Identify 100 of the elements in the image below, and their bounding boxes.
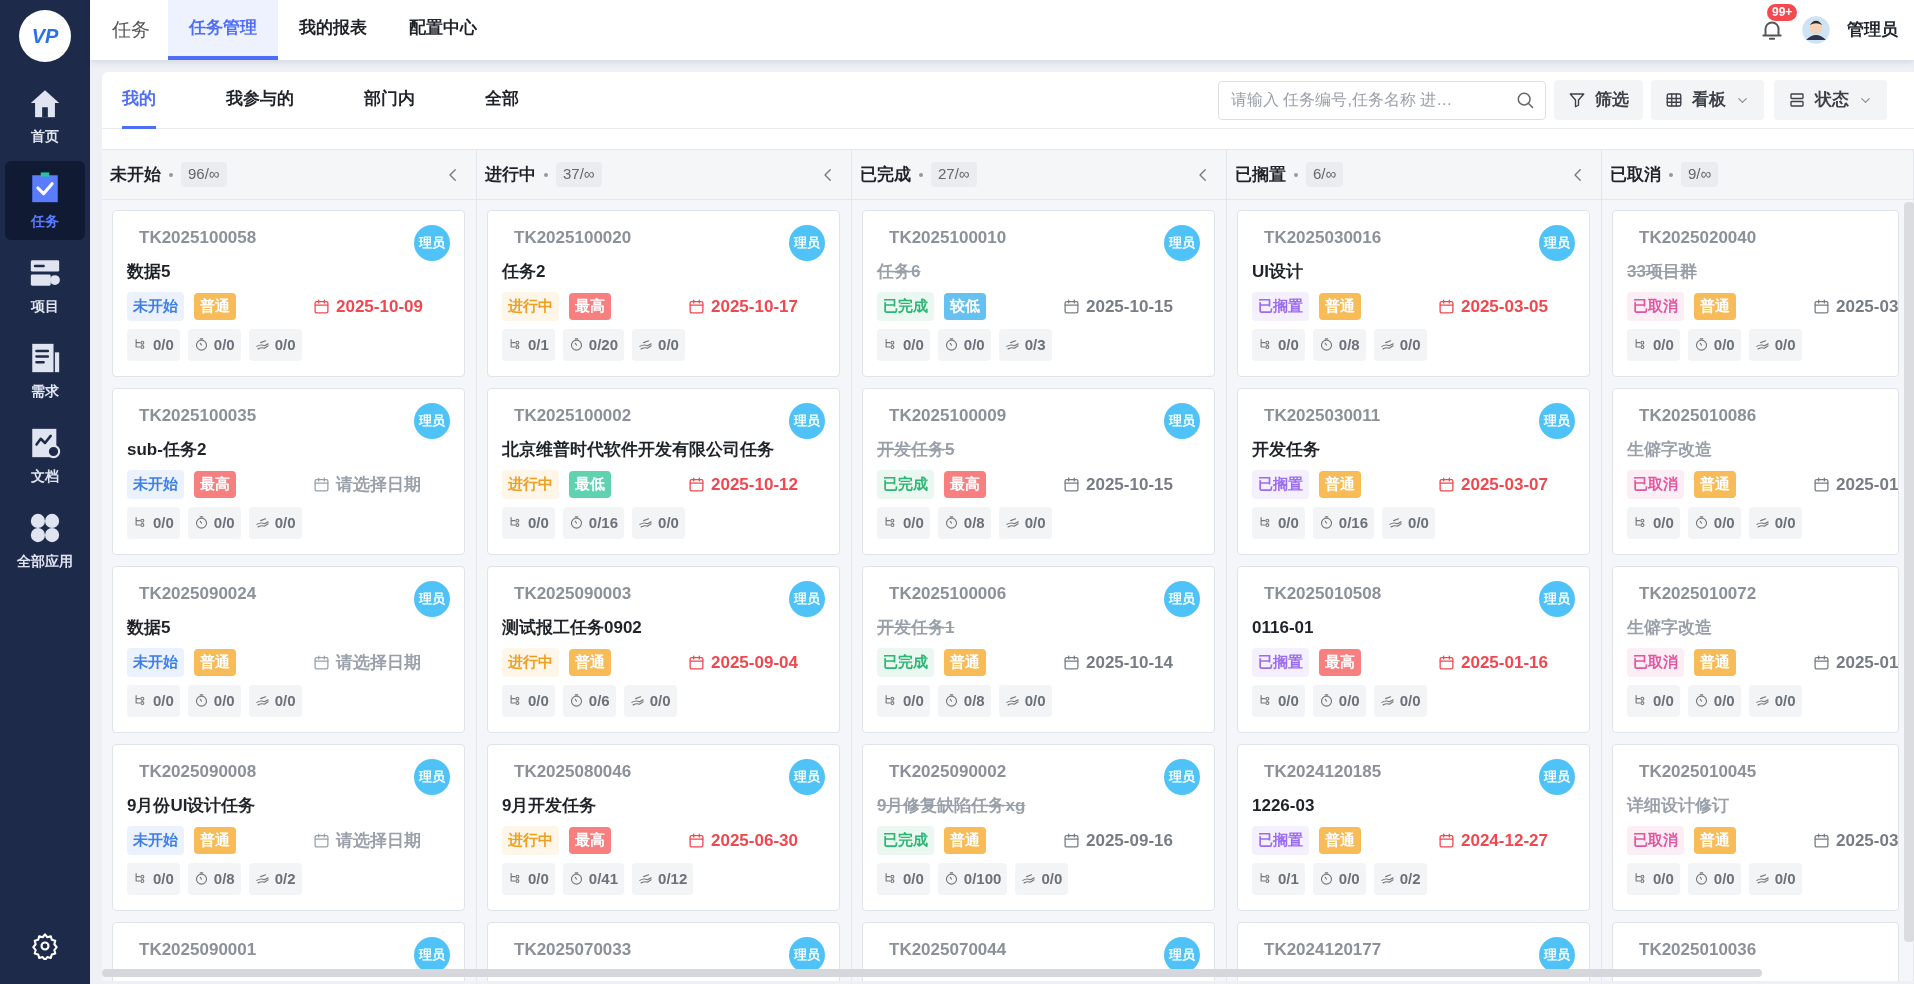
task-card[interactable]: TK2025010072 生僻字改造 已取消 普通 2025-01 0/0 0/0 0/0 (1612, 566, 1899, 733)
task-card[interactable]: TK2025090003 理员 测试报工任务0902 进行中 普通 2025-09-04 0/0 0/6 0/0 (487, 566, 840, 733)
task-card[interactable]: TK2025080046 理员 9月开发任务 进行中 最高 2025-06-30 0/0 0/41 0/12 (487, 744, 840, 911)
task-title: 1226-03 (1252, 794, 1315, 817)
filter-tab[interactable]: 我的 (122, 72, 156, 129)
toolbar-button[interactable]: 筛选 (1554, 80, 1643, 120)
task-card[interactable]: TK2025010508 理员 0116-01 已搁置 最高 2025-01-16 0/0 0/0 0/0 (1237, 566, 1590, 733)
task-number: TK2024120185 (1263, 761, 1382, 783)
due-date[interactable]: 2025-09-04 (688, 649, 798, 675)
sidebar-item[interactable]: 文档 (5, 416, 85, 495)
settings-icon[interactable] (31, 932, 59, 960)
task-card[interactable]: TK2025030016 理员 UI设计 已搁置 普通 2025-03-05 0/0 0/8 0/0 (1237, 210, 1590, 377)
stat-chip: 0/12 (632, 862, 694, 895)
toolbar-button[interactable]: 看板 (1651, 80, 1764, 120)
stat-chip: 0/41 (562, 862, 625, 895)
task-card[interactable]: TK2025010086 生僻字改造 已取消 普通 2025-01 0/0 0/0 0/0 (1612, 388, 1899, 555)
status-tag: 进行中 (502, 826, 559, 855)
due-date[interactable]: 2025-09-16 (1063, 827, 1173, 853)
stat-chip: 0/0 (1748, 506, 1802, 539)
stat-chip: 0/0 (1748, 862, 1802, 895)
horizontal-scrollbar[interactable] (102, 969, 1762, 977)
due-date[interactable]: 请选择日期 (313, 471, 421, 497)
stat-chip: 0/0 (1252, 506, 1305, 539)
calendar-icon (313, 297, 330, 315)
task-card[interactable]: TK2025100058 理员 数据5 未开始 普通 2025-10-09 0/0 0/0 0/0 (112, 210, 465, 377)
sidebar-item[interactable]: 全部应用 (5, 501, 85, 580)
due-date[interactable]: 2025-01-16 (1438, 649, 1548, 675)
due-date[interactable]: 2024-12-27 (1438, 827, 1548, 853)
task-card[interactable]: TK2025090008 理员 9月份UI设计任务 未开始 普通 请选择日期 0/0 0/8 0/2 (112, 744, 465, 911)
stopwatch-icon (568, 337, 584, 353)
toolbar-button[interactable]: 状态 (1774, 80, 1887, 120)
sidebar-item[interactable]: 需求 (5, 331, 85, 410)
due-date[interactable]: 2025-10-09 (313, 293, 423, 319)
task-card[interactable]: TK2025100002 理员 北京维普时代软件开发有限公司任务 进行中 最低 2025-10-12 0/0 0/16 0/0 (487, 388, 840, 555)
assignee-avatar: 理员 (1539, 403, 1575, 439)
due-date[interactable]: 2025-03 (1813, 293, 1899, 319)
task-title: 详细设计修订 (1627, 794, 1729, 817)
due-date[interactable]: 请选择日期 (313, 827, 421, 853)
stat-chip: 0/0 (877, 506, 930, 539)
vertical-scrollbar[interactable] (1904, 202, 1914, 942)
priority-tag: 普通 (944, 827, 986, 854)
due-date[interactable]: 2025-10-14 (1063, 649, 1173, 675)
task-card[interactable]: TK2025020040 33项目群 已取消 普通 2025-03 0/0 0/0 0/0 (1612, 210, 1899, 377)
due-date[interactable]: 2025-06-30 (688, 827, 798, 853)
task-card[interactable]: TK2025010045 详细设计修订 已取消 普通 2025-03 0/0 0/0 0/0 (1612, 744, 1899, 911)
assignee-avatar: 理员 (789, 403, 825, 439)
search-field[interactable]: 请输入 任务编号,任务名称 进… (1218, 80, 1546, 120)
calendar-icon (1063, 653, 1080, 671)
task-card[interactable]: TK2025030011 理员 开发任务 已搁置 普通 2025-03-07 0/0 0/16 0/0 (1237, 388, 1590, 555)
due-date[interactable]: 2025-10-15 (1063, 293, 1173, 319)
assignee-avatar: 理员 (1164, 759, 1200, 795)
stat-chip: 0/8 (1312, 328, 1366, 361)
filter-tab[interactable]: 我参与的 (226, 72, 294, 129)
filter-tab[interactable]: 部门内 (364, 72, 415, 129)
nav-tab[interactable]: 任务管理 (168, 0, 278, 60)
assignee-avatar: 理员 (1539, 581, 1575, 617)
due-date[interactable]: 2025-01 (1813, 649, 1899, 675)
nav-tab[interactable]: 我的报表 (278, 0, 388, 60)
stat-chip: 0/0 (1748, 328, 1802, 361)
due-date[interactable]: 请选择日期 (313, 649, 421, 675)
due-date[interactable]: 2025-03-07 (1438, 471, 1548, 497)
due-date[interactable]: 2025-10-12 (688, 471, 798, 497)
task-card[interactable]: TK2025010036 (1612, 922, 1899, 981)
stat-chip: 0/0 (127, 506, 180, 539)
stat-chip: 0/0 (998, 506, 1052, 539)
task-card[interactable]: TK2025100020 理员 任务2 进行中 最高 2025-10-17 0/1 0/20 0/0 (487, 210, 840, 377)
task-card[interactable]: TK2025090024 理员 数据5 未开始 普通 请选择日期 0/0 0/0 0/0 (112, 566, 465, 733)
stat-chip: 0/2 (1373, 862, 1427, 895)
assignee-avatar: 理员 (789, 581, 825, 617)
calendar-icon (1813, 297, 1830, 315)
priority-tag: 最低 (569, 471, 611, 498)
task-title: 开发任务1 (877, 616, 955, 639)
task-card[interactable]: TK2025100009 理员 开发任务5 已完成 最高 2025-10-15 0/0 0/8 0/0 (862, 388, 1215, 555)
assignee-avatar: 理员 (1164, 403, 1200, 439)
user-name[interactable]: 管理员 (1847, 17, 1898, 43)
sidebar-item[interactable]: 首页 (5, 76, 85, 155)
sidebar-item[interactable]: 项目 (5, 246, 85, 325)
calendar-icon (1438, 653, 1455, 671)
filter-tab[interactable]: 全部 (485, 72, 519, 129)
nav-tab[interactable]: 配置中心 (388, 0, 498, 60)
stat-chip: 0/20 (562, 328, 625, 361)
due-date[interactable]: 2025-10-15 (1063, 471, 1173, 497)
due-date[interactable]: 2025-01 (1813, 471, 1899, 497)
due-date[interactable]: 2025-03 (1813, 827, 1899, 853)
due-date[interactable]: 2025-10-17 (688, 293, 798, 319)
sidebar-item[interactable]: 任务 (5, 161, 85, 240)
priority-tag: 普通 (1694, 827, 1736, 854)
stat-chip: 0/100 (937, 862, 1008, 895)
task-card[interactable]: TK2025100010 理员 任务6 已完成 较低 2025-10-15 0/0 0/0 0/3 (862, 210, 1215, 377)
priority-tag: 普通 (1694, 293, 1736, 320)
task-card[interactable]: TK2024120185 理员 1226-03 已搁置 普通 2024-12-27 0/1 0/0 0/2 (1237, 744, 1590, 911)
task-title: 开发任务5 (877, 438, 955, 461)
stopwatch-icon (568, 515, 584, 531)
app-logo[interactable]: VP (19, 10, 71, 62)
task-card[interactable]: TK2025090002 理员 9月修复缺陷任务xg 已完成 普通 2025-09-16 0/0 0/100 0/0 (862, 744, 1215, 911)
due-date[interactable]: 2025-03-05 (1438, 293, 1548, 319)
task-card[interactable]: TK2025100035 理员 sub-任务2 未开始 最高 请选择日期 0/0 0/0 0/0 (112, 388, 465, 555)
task-card[interactable]: TK2025100006 理员 开发任务1 已完成 普通 2025-10-14 0/0 0/8 0/0 (862, 566, 1215, 733)
stat-chip: 0/0 (1687, 862, 1741, 895)
status-tag: 进行中 (502, 292, 559, 321)
